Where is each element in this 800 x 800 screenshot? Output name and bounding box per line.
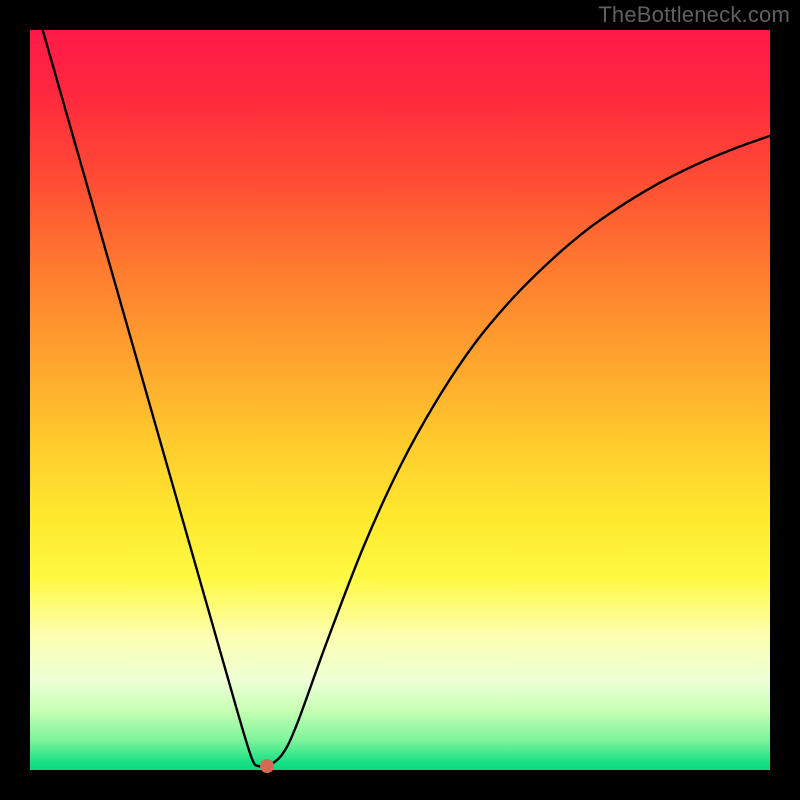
bottleneck-curve: [30, 30, 770, 767]
watermark-text: TheBottleneck.com: [598, 2, 790, 28]
optimum-marker: [260, 759, 274, 773]
curve-svg: [30, 30, 770, 770]
plot-area: [30, 30, 770, 770]
chart-frame: TheBottleneck.com: [0, 0, 800, 800]
